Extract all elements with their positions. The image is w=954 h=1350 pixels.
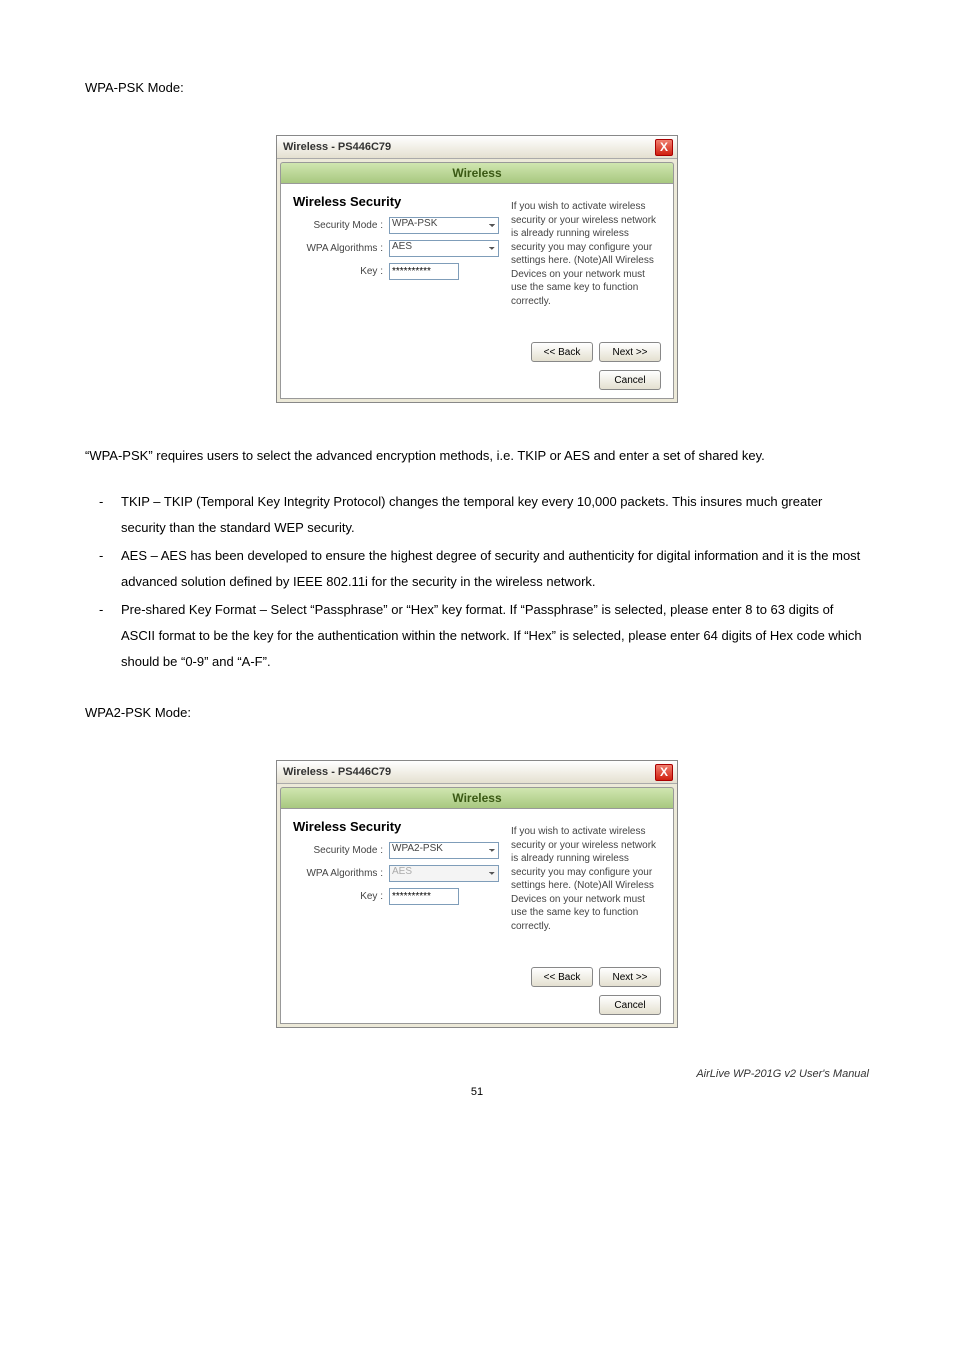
heading-wpa-psk: WPA-PSK Mode: — [85, 80, 869, 95]
help-text: If you wish to activate wireless securit… — [511, 194, 661, 308]
dialog-titlebar: Wireless - PS446C79 X — [277, 761, 677, 784]
dialog-wpa2-psk: Wireless - PS446C79 X Wireless Wireless … — [276, 760, 678, 1028]
list-item: Pre-shared Key Format – Select “Passphra… — [85, 597, 869, 675]
list-item: AES – AES has been developed to ensure t… — [85, 543, 869, 595]
form-area: Wireless Security Security Mode : WPA2-P… — [293, 819, 511, 933]
back-button[interactable]: << Back — [531, 342, 593, 362]
form-area: Wireless Security Security Mode : WPA-PS… — [293, 194, 511, 308]
dialog-title: Wireless - PS446C79 — [283, 766, 391, 778]
security-mode-label: Security Mode : — [293, 845, 389, 856]
bullet-list: TKIP – TKIP (Temporal Key Integrity Prot… — [85, 489, 869, 675]
wpa-algorithms-label: WPA Algorithms : — [293, 868, 389, 879]
dialog-title: Wireless - PS446C79 — [283, 141, 391, 153]
heading-wpa2-psk: WPA2-PSK Mode: — [85, 705, 869, 720]
wpa-algorithms-select[interactable]: AES — [389, 240, 499, 257]
footer-text: AirLive WP-201G v2 User's Manual — [85, 1068, 869, 1080]
wireless-security-heading: Wireless Security — [293, 819, 511, 834]
wpa-algorithms-label: WPA Algorithms : — [293, 243, 389, 254]
tab-strip: Wireless — [277, 159, 677, 183]
next-button[interactable]: Next >> — [599, 967, 661, 987]
back-button[interactable]: << Back — [531, 967, 593, 987]
tab-wireless[interactable]: Wireless — [280, 162, 674, 183]
wpa-algorithms-select: AES — [389, 865, 499, 882]
help-text: If you wish to activate wireless securit… — [511, 819, 661, 933]
key-label: Key : — [293, 266, 389, 277]
page-number: 51 — [85, 1086, 869, 1098]
security-mode-select[interactable]: WPA-PSK — [389, 217, 499, 234]
key-label: Key : — [293, 891, 389, 902]
list-item: TKIP – TKIP (Temporal Key Integrity Prot… — [85, 489, 869, 541]
dialog-body: Wireless Security Security Mode : WPA2-P… — [280, 808, 674, 1024]
close-icon[interactable]: X — [655, 139, 673, 156]
cancel-button[interactable]: Cancel — [599, 995, 661, 1015]
close-icon[interactable]: X — [655, 764, 673, 781]
next-button[interactable]: Next >> — [599, 342, 661, 362]
dialog-wpa-psk: Wireless - PS446C79 X Wireless Wireless … — [276, 135, 678, 403]
paragraph-wpa-psk: “WPA-PSK” requires users to select the a… — [85, 443, 869, 469]
tab-strip: Wireless — [277, 784, 677, 808]
key-input[interactable] — [389, 263, 459, 280]
cancel-button[interactable]: Cancel — [599, 370, 661, 390]
dialog-body: Wireless Security Security Mode : WPA-PS… — [280, 183, 674, 399]
key-input[interactable] — [389, 888, 459, 905]
tab-wireless[interactable]: Wireless — [280, 787, 674, 808]
security-mode-select[interactable]: WPA2-PSK — [389, 842, 499, 859]
security-mode-label: Security Mode : — [293, 220, 389, 231]
dialog-titlebar: Wireless - PS446C79 X — [277, 136, 677, 159]
wireless-security-heading: Wireless Security — [293, 194, 511, 209]
